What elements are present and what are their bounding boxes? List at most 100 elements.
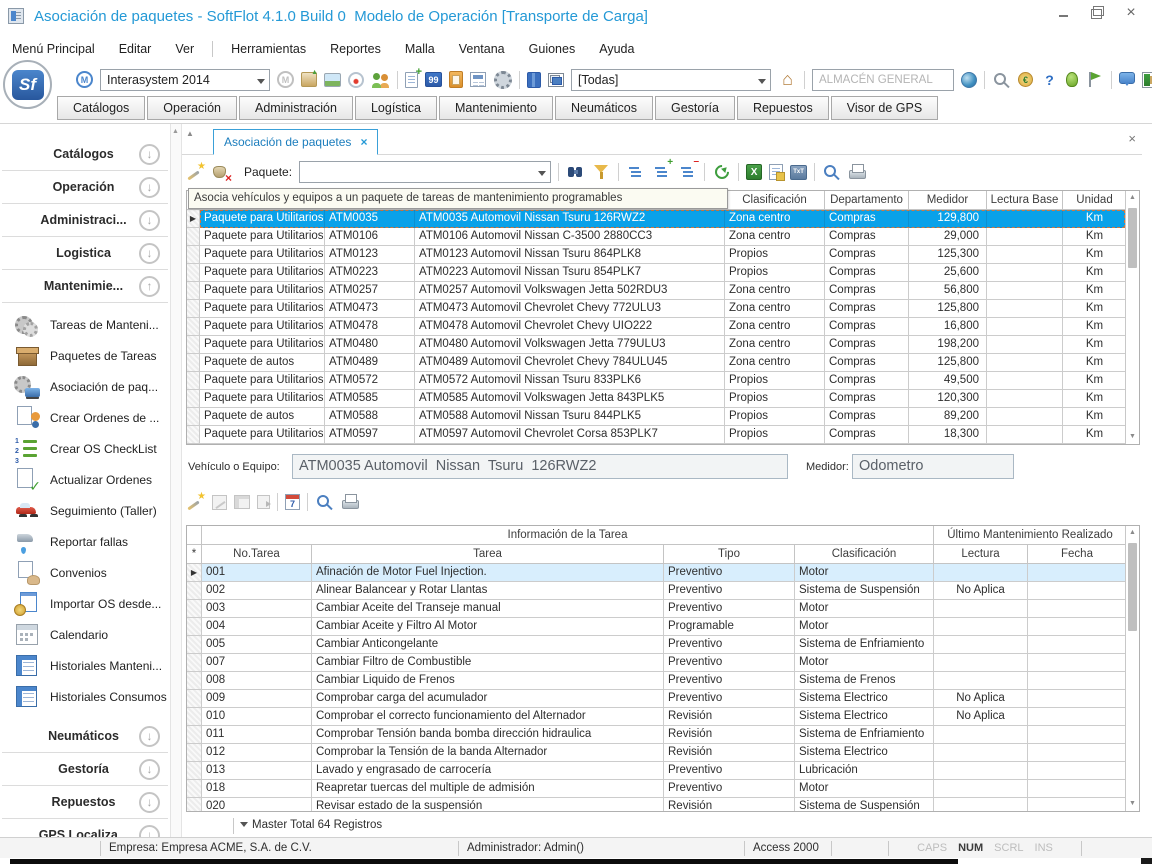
sidebar-section-operacion[interactable]: Operación↓ bbox=[2, 171, 168, 204]
home-icon[interactable] bbox=[778, 71, 797, 89]
tree-collapse-icon[interactable] bbox=[678, 163, 697, 181]
column-header-tarea[interactable]: Tarea bbox=[312, 545, 664, 564]
tab-catalogos[interactable]: Catálogos bbox=[57, 96, 145, 120]
numbers-icon[interactable]: 99 bbox=[425, 72, 442, 87]
tab-repuestos[interactable]: Repuestos bbox=[737, 96, 829, 120]
table-row[interactable]: Paquete para UtilitariosATM0480ATM0480 A… bbox=[187, 336, 1125, 354]
scroll-up-icon[interactable]: ▲ bbox=[1126, 526, 1139, 540]
sidebar-section-gps-localiza[interactable]: GPS Localiza...↓ bbox=[2, 819, 168, 837]
sidebar-item-reportar-fallas[interactable]: Reportar fallas bbox=[0, 526, 170, 557]
sidebar-item-historiales-manteni[interactable]: Historiales Manteni... bbox=[0, 650, 170, 681]
send-row-icon[interactable] bbox=[257, 495, 270, 509]
expand-arrow-icon[interactable]: ↓ bbox=[139, 243, 160, 264]
tab-visor-de-gps[interactable]: Visor de GPS bbox=[831, 96, 939, 120]
table-row[interactable]: Paquete para UtilitariosATM0473ATM0473 A… bbox=[187, 300, 1125, 318]
table-row[interactable]: Paquete de autosATM0489ATM0489 Automovil… bbox=[187, 354, 1125, 372]
tasks-grid-scrollbar[interactable]: ▲ ▼ bbox=[1125, 526, 1139, 811]
remove-association-icon[interactable] bbox=[212, 163, 231, 181]
expand-arrow-icon[interactable]: ↓ bbox=[139, 726, 160, 747]
print-icon[interactable] bbox=[848, 163, 867, 181]
chevron-down-icon[interactable] bbox=[257, 79, 265, 84]
table-row[interactable]: Paquete para UtilitariosATM0572ATM0572 A… bbox=[187, 372, 1125, 390]
sidebar-item-historiales-consumos[interactable]: Historiales Consumos bbox=[0, 681, 170, 712]
tab-logistica[interactable]: Logística bbox=[355, 96, 437, 120]
currency-icon[interactable]: € bbox=[1018, 72, 1033, 87]
scrollbar-thumb[interactable] bbox=[1128, 208, 1137, 268]
menu-menu-principal[interactable]: Menú Principal bbox=[12, 42, 95, 56]
table-row[interactable]: 011Comprobar Tensión banda bomba direcci… bbox=[187, 726, 1125, 744]
sidebar-section-gestoria[interactable]: Gestoría↓ bbox=[2, 753, 168, 786]
expand-arrow-icon[interactable]: ↓ bbox=[139, 759, 160, 780]
sidebar-section-repuestos[interactable]: Repuestos↓ bbox=[2, 786, 168, 819]
table-row[interactable]: ▶001Afinación de Motor Fuel Injection.Pr… bbox=[187, 564, 1125, 582]
table-row[interactable]: 010Comprobar el correcto funcionamiento … bbox=[187, 708, 1125, 726]
vehicles-grid-scrollbar[interactable]: ▲ ▼ bbox=[1125, 191, 1139, 444]
associate-wand-icon[interactable] bbox=[186, 163, 205, 181]
table-row[interactable]: 005Cambiar AnticongelantePreventivoSiste… bbox=[187, 636, 1125, 654]
restore-button[interactable] bbox=[1090, 6, 1104, 20]
image-icon[interactable] bbox=[324, 73, 341, 87]
sidebar-section-mantenimie[interactable]: Mantenimie...↑ bbox=[2, 270, 168, 303]
notes-export-icon[interactable] bbox=[769, 164, 783, 180]
tab-scroll-icon[interactable]: ▲ bbox=[186, 129, 194, 138]
table-row[interactable]: ▶Paquete para UtilitariosATM0035ATM0035 … bbox=[187, 210, 1125, 228]
collapse-arrow-icon[interactable]: ↑ bbox=[139, 276, 160, 297]
clipboard-icon[interactable] bbox=[449, 71, 463, 88]
scroll-up-icon[interactable]: ▲ bbox=[1126, 191, 1139, 205]
refresh-icon[interactable] bbox=[712, 163, 731, 181]
print-preview-icon[interactable] bbox=[822, 163, 841, 181]
table-row[interactable]: 020Revisar estado de la suspensiónRevisi… bbox=[187, 798, 1125, 811]
help-icon[interactable]: ? bbox=[1040, 71, 1059, 89]
column-header-clasificacion[interactable]: Clasificación bbox=[795, 545, 934, 564]
menu-ayuda[interactable]: Ayuda bbox=[599, 42, 634, 56]
table-row[interactable]: 002Alinear Balancear y Rotar LlantasPrev… bbox=[187, 582, 1125, 600]
tab-asociacion-de-paquetes[interactable]: Asociación de paquetes bbox=[213, 129, 378, 155]
column-header-lectura-base[interactable]: Lectura Base bbox=[987, 191, 1063, 210]
expand-arrow-icon[interactable]: ↓ bbox=[139, 792, 160, 813]
menu-ventana[interactable]: Ventana bbox=[459, 42, 505, 56]
gauge-icon[interactable] bbox=[348, 72, 364, 88]
table-row[interactable]: 008Cambiar Liquido de FrenosPreventivoSi… bbox=[187, 672, 1125, 690]
sidebar-section-neumaticos[interactable]: Neumáticos↓ bbox=[2, 720, 168, 753]
binoculars-search-icon[interactable] bbox=[566, 163, 585, 181]
expand-arrow-icon[interactable]: ↓ bbox=[139, 210, 160, 231]
tree-expand-icon[interactable] bbox=[652, 163, 671, 181]
associate-wand-icon[interactable] bbox=[186, 493, 205, 511]
column-header-tipo[interactable]: Tipo bbox=[664, 545, 795, 564]
archive-icon[interactable] bbox=[301, 72, 317, 87]
menu-editar[interactable]: Editar bbox=[119, 42, 152, 56]
paquete-combobox[interactable] bbox=[299, 161, 551, 183]
column-header-departamento[interactable]: Departamento bbox=[825, 191, 909, 210]
tools-search-icon[interactable] bbox=[992, 71, 1011, 89]
sidebar-item-seguimiento-taller[interactable]: Seguimiento (Taller) bbox=[0, 495, 170, 526]
tab-close-icon[interactable] bbox=[360, 135, 367, 149]
table-row[interactable]: 013Lavado y engrasado de carroceríaPreve… bbox=[187, 762, 1125, 780]
tab-mantenimiento[interactable]: Mantenimiento bbox=[439, 96, 553, 120]
pane-close-icon[interactable] bbox=[1128, 131, 1136, 146]
warehouse-search-input[interactable]: ALMACÉN GENERAL bbox=[812, 69, 954, 91]
bug-icon[interactable] bbox=[1066, 72, 1078, 87]
settings-gear-icon[interactable] bbox=[493, 71, 512, 89]
column-header-fecha[interactable]: Fecha bbox=[1028, 545, 1125, 564]
chevron-down-icon[interactable] bbox=[538, 171, 546, 176]
sidebar-item-asociacion-de-paq[interactable]: Asociación de paq... bbox=[0, 371, 170, 402]
column-header-no-tarea[interactable]: No.Tarea bbox=[202, 545, 312, 564]
sidebar-item-actualizar-ordenes[interactable]: Actualizar Ordenes bbox=[0, 464, 170, 495]
table-row[interactable]: 004Cambiar Aceite y Filtro Al MotorProgr… bbox=[187, 618, 1125, 636]
edit-task-icon[interactable] bbox=[212, 495, 227, 510]
new-document-icon[interactable] bbox=[405, 72, 418, 88]
table-row[interactable]: 003Cambiar Aceite del Transeje manualPre… bbox=[187, 600, 1125, 618]
globe-search-icon[interactable] bbox=[961, 72, 977, 88]
table-row[interactable]: Paquete para UtilitariosATM0223ATM0223 A… bbox=[187, 264, 1125, 282]
tab-administracion[interactable]: Administración bbox=[239, 96, 353, 120]
table-row[interactable]: 012Comprobar la Tensión de la banda Alte… bbox=[187, 744, 1125, 762]
sidebar-item-crear-os-checklist[interactable]: Crear OS CheckList bbox=[0, 433, 170, 464]
exit-icon[interactable] bbox=[1142, 72, 1152, 88]
expand-arrow-icon[interactable]: ↓ bbox=[139, 177, 160, 198]
txt-export-icon[interactable]: TxT bbox=[790, 165, 807, 180]
calendar-icon[interactable]: 7 bbox=[285, 494, 300, 510]
expand-arrow-icon[interactable]: ↓ bbox=[139, 144, 160, 165]
sidebar-item-paquetes-de-tareas[interactable]: Paquetes de Tareas bbox=[0, 340, 170, 371]
feedback-icon[interactable] bbox=[1119, 72, 1135, 84]
windows-icon[interactable] bbox=[548, 73, 564, 87]
